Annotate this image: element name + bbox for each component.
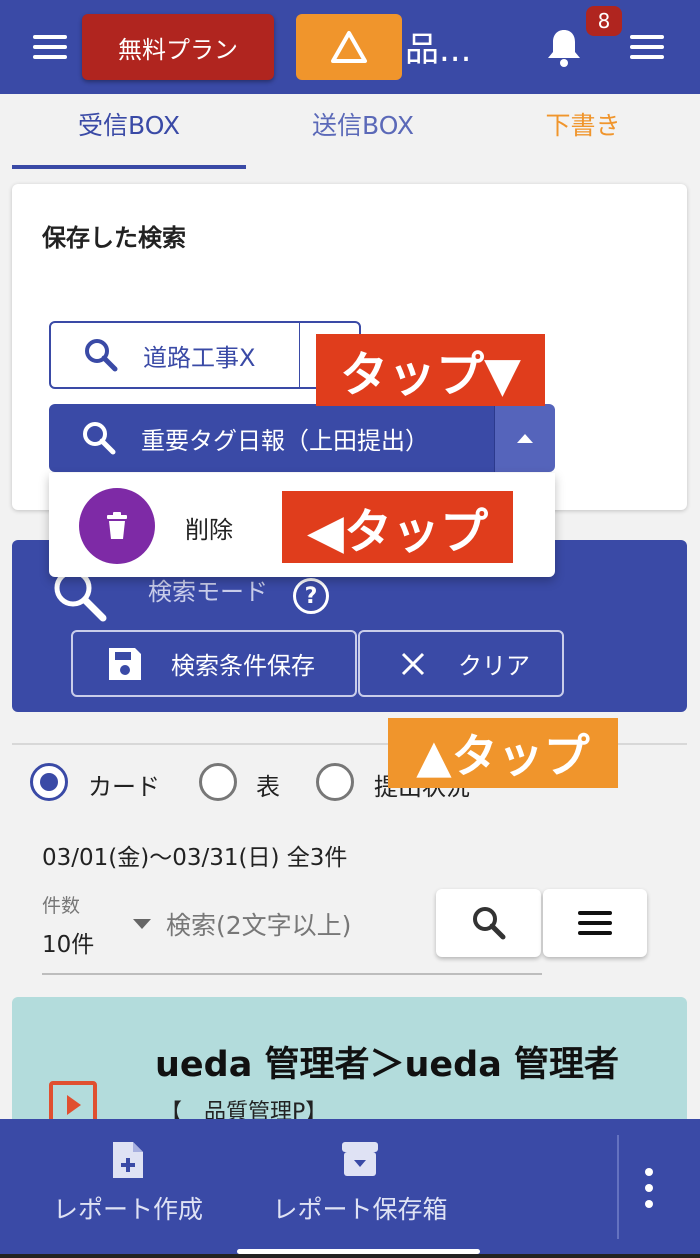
triangle-warning-icon [331, 31, 367, 63]
view-radio-table-label[interactable]: 表 [256, 767, 280, 802]
page-title: 品... [405, 30, 472, 70]
screen-bottom-edge [0, 1254, 700, 1258]
saved-search-chip[interactable]: 道路工事X [49, 321, 301, 389]
view-radio-card[interactable] [30, 763, 68, 801]
view-radio-table[interactable] [199, 763, 237, 801]
save-search-label: 検索条件保存 [171, 652, 315, 680]
add-file-icon [113, 1142, 143, 1178]
saved-search-chip-selected-label: 重要タグ日報（上田提出） [141, 426, 429, 455]
caret-up-icon [517, 434, 533, 443]
menu-icon [578, 911, 612, 935]
clear-button[interactable]: クリア [358, 630, 564, 697]
tap-callout-up: ▲タップ [388, 718, 618, 788]
help-icon[interactable]: ? [293, 578, 329, 614]
tab-inbox[interactable]: 受信BOX [12, 106, 246, 142]
more-menu-icon[interactable] [630, 35, 664, 59]
delete-button[interactable] [79, 488, 155, 564]
search-icon [85, 339, 118, 372]
search-icon [83, 422, 116, 455]
more-vert-icon[interactable] [642, 1168, 656, 1208]
nav-separator [617, 1135, 619, 1239]
saved-search-chip-selected[interactable]: 重要タグ日報（上田提出） [49, 404, 494, 472]
create-report-nav[interactable]: レポート作成 [40, 1140, 216, 1226]
count-label: 件数 [42, 895, 81, 917]
close-icon [401, 652, 425, 675]
bell-icon[interactable] [546, 28, 582, 68]
date-range: 03/01(金)〜03/31(日) 全3件 [42, 845, 348, 871]
free-plan-button[interactable]: 無料プラン [82, 14, 274, 80]
list-menu-button[interactable] [543, 889, 647, 957]
saved-search-chip-dropdown-toggle[interactable] [494, 404, 555, 472]
search-button[interactable] [436, 889, 541, 957]
tap-callout-down: タップ▼ [316, 334, 545, 406]
saved-search-title: 保存した検索 [42, 224, 186, 252]
search-mode-label: 検索モード [148, 578, 268, 606]
notification-badge: 8 [586, 6, 622, 36]
archive-icon [342, 1142, 378, 1176]
active-tab-indicator [12, 165, 246, 169]
search-icon [472, 907, 505, 940]
view-radio-status[interactable] [316, 763, 354, 801]
menu-icon[interactable] [33, 35, 67, 59]
warning-button[interactable] [296, 14, 402, 80]
count-select[interactable]: 10件 [42, 925, 94, 959]
report-title: ueda 管理者＞ueda 管理者 [155, 1045, 620, 1085]
keyword-input-underline [42, 973, 542, 975]
saved-search-chip-label: 道路工事X [143, 343, 256, 372]
trash-icon [107, 512, 127, 539]
tab-outbox[interactable]: 送信BOX [246, 106, 480, 142]
report-storage-nav[interactable]: レポート保存箱 [265, 1140, 455, 1226]
tap-callout-left: ◀タップ [282, 491, 513, 563]
save-search-button[interactable]: 検索条件保存 [71, 630, 357, 697]
create-report-label: レポート作成 [52, 1195, 203, 1224]
report-storage-label: レポート保存箱 [272, 1195, 448, 1224]
caret-down-icon[interactable] [133, 919, 151, 929]
view-radio-card-label[interactable]: カード [88, 767, 160, 802]
keyword-search-input[interactable]: 検索(2文字以上) [166, 906, 351, 942]
delete-menu-item[interactable]: 削除 [185, 510, 233, 545]
save-icon [109, 647, 141, 680]
tab-drafts[interactable]: 下書き [466, 106, 700, 142]
clear-label: クリア [458, 652, 530, 680]
